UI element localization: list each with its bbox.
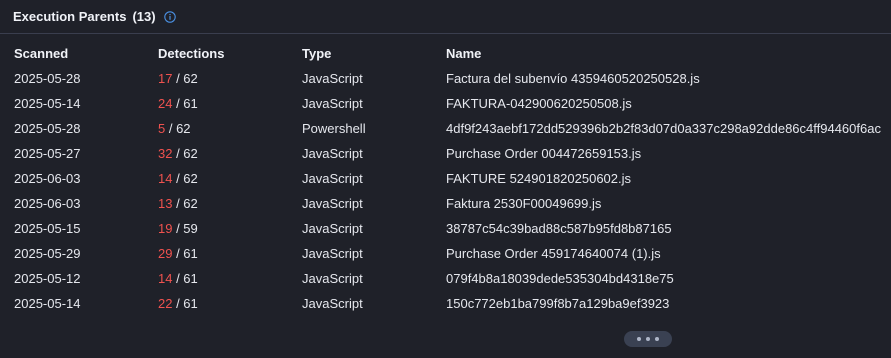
cell-type: Powershell <box>302 121 366 136</box>
cell-name-link[interactable]: FAKTURA-042900620250508.js <box>446 96 891 111</box>
cell-detections: 14 / 61 <box>158 271 302 286</box>
table-row[interactable]: 2025-05-29 29 / 61 JavaScript Purchase Orde… <box>14 241 891 266</box>
cell-scanned: 2025-05-15 <box>14 221 81 236</box>
cell-name-link[interactable]: Purchase Order 459174640074 (1).js <box>446 246 891 261</box>
cell-type: JavaScript <box>302 246 363 261</box>
detections-positive: 17 <box>158 71 173 86</box>
column-header-scanned[interactable]: Scanned <box>14 46 158 61</box>
table-row[interactable]: 2025-05-28 5 / 62 Powershell 4df9f243aebf17… <box>14 116 891 141</box>
table-row[interactable]: 2025-05-15 19 / 59 JavaScript 38787c54c39ba… <box>14 216 891 241</box>
cell-name-link[interactable]: Faktura 2530F00049699.js <box>446 196 891 211</box>
detections-total: / 61 <box>172 296 198 311</box>
table-row[interactable]: 2025-05-27 32 / 62 JavaScript Purchase Orde… <box>14 141 891 166</box>
cell-type: JavaScript <box>302 146 363 161</box>
detections-positive: 14 <box>158 271 173 286</box>
execution-parents-table: Scanned Detections Type Name 2025-05-28 1… <box>14 43 891 316</box>
cell-scanned: 2025-05-14 <box>14 96 81 111</box>
panel-count: (13) <box>132 9 156 24</box>
cell-detections: 17 / 62 <box>158 71 302 86</box>
detections-total: / 61 <box>172 246 198 261</box>
detections-total: / 62 <box>172 196 198 211</box>
cell-type: JavaScript <box>302 271 363 286</box>
info-icon[interactable] <box>163 10 176 23</box>
table-row[interactable]: 2025-05-14 24 / 61 JavaScript FAKTURA-04290… <box>14 91 891 116</box>
cell-name-link[interactable]: 4df9f243aebf172dd529396b2b2f83d07d0a337c… <box>446 121 891 136</box>
cell-scanned: 2025-05-12 <box>14 271 81 286</box>
cell-detections: 24 / 61 <box>158 96 302 111</box>
cell-scanned: 2025-05-28 <box>14 121 81 136</box>
detections-total: / 62 <box>172 146 198 161</box>
detections-positive: 19 <box>158 221 173 236</box>
cell-name-link[interactable]: Purchase Order 004472659153.js <box>446 146 891 161</box>
cell-name-link[interactable]: Factura del subenvío 4359460520250528.js <box>446 71 891 86</box>
cell-type: JavaScript <box>302 71 363 86</box>
detections-positive: 13 <box>158 196 173 211</box>
detections-total: / 62 <box>165 121 191 136</box>
cell-name-link[interactable]: 079f4b8a18039dede535304bd4318e75 <box>446 271 891 286</box>
detections-positive: 14 <box>158 171 173 186</box>
detections-positive: 22 <box>158 296 173 311</box>
table-row[interactable]: 2025-06-03 14 / 62 JavaScript FAKTURE 52490… <box>14 166 891 191</box>
execution-parents-panel: Execution Parents (13) Scanned Detection… <box>0 0 891 358</box>
table-body: 2025-05-28 17 / 62 JavaScript Factura del s… <box>14 66 891 316</box>
panel-title: Execution Parents <box>13 9 127 24</box>
table-row[interactable]: 2025-05-28 17 / 62 JavaScript Factura del s… <box>14 66 891 91</box>
cell-scanned: 2025-05-27 <box>14 146 81 161</box>
cell-scanned: 2025-05-29 <box>14 246 81 261</box>
cell-detections: 5 / 62 <box>158 121 302 136</box>
detections-total: / 62 <box>172 171 198 186</box>
cell-scanned: 2025-05-14 <box>14 296 81 311</box>
more-horizontal-icon <box>637 337 641 341</box>
cell-name-link[interactable]: 150c772eb1ba799f8b7a129ba9ef3923 <box>446 296 891 311</box>
detections-positive: 32 <box>158 146 173 161</box>
table-row[interactable]: 2025-06-03 13 / 62 JavaScript Faktura 2530F… <box>14 191 891 216</box>
more-horizontal-icon <box>655 337 659 341</box>
detections-positive: 24 <box>158 96 173 111</box>
cell-scanned: 2025-06-03 <box>14 171 81 186</box>
cell-scanned: 2025-05-28 <box>14 71 81 86</box>
cell-detections: 13 / 62 <box>158 196 302 211</box>
cell-type: JavaScript <box>302 221 363 236</box>
cell-type: JavaScript <box>302 196 363 211</box>
cell-detections: 14 / 62 <box>158 171 302 186</box>
panel-header: Execution Parents (13) <box>0 0 891 34</box>
cell-detections: 29 / 61 <box>158 246 302 261</box>
cell-detections: 19 / 59 <box>158 221 302 236</box>
column-header-type[interactable]: Type <box>302 46 446 61</box>
cell-detections: 32 / 62 <box>158 146 302 161</box>
table-row[interactable]: 2025-05-14 22 / 61 JavaScript 150c772eb1ba7… <box>14 291 891 316</box>
column-header-name[interactable]: Name <box>446 46 891 61</box>
detections-total: / 61 <box>172 96 198 111</box>
more-button[interactable] <box>624 331 672 347</box>
more-horizontal-icon <box>646 337 650 341</box>
cell-name-link[interactable]: 38787c54c39bad88c587b95fd8b87165 <box>446 221 891 236</box>
column-header-detections[interactable]: Detections <box>158 46 302 61</box>
cell-type: JavaScript <box>302 96 363 111</box>
detections-total: / 59 <box>172 221 198 236</box>
cell-scanned: 2025-06-03 <box>14 196 81 211</box>
table-row[interactable]: 2025-05-12 14 / 61 JavaScript 079f4b8a18039… <box>14 266 891 291</box>
table-header-row: Scanned Detections Type Name <box>14 43 891 63</box>
cell-detections: 22 / 61 <box>158 296 302 311</box>
detections-total: / 61 <box>172 271 198 286</box>
detections-positive: 29 <box>158 246 173 261</box>
cell-type: JavaScript <box>302 171 363 186</box>
cell-name-link[interactable]: FAKTURE 524901820250602.js <box>446 171 891 186</box>
detections-total: / 62 <box>172 71 198 86</box>
cell-type: JavaScript <box>302 296 363 311</box>
